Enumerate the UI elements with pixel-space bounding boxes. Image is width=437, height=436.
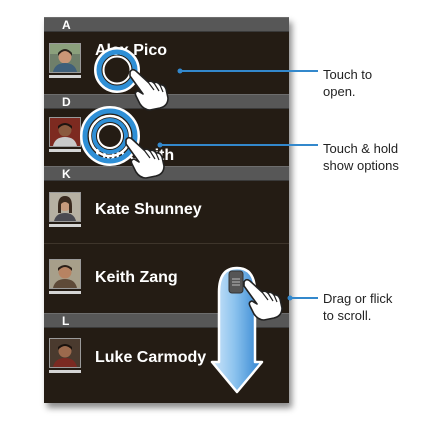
callout-line: show options (323, 158, 399, 173)
callout-line: to scroll. (323, 308, 372, 323)
leader-dot (157, 142, 163, 148)
callout-line: open. (323, 84, 356, 99)
touch-ring-icon (80, 106, 140, 166)
hand-pointer-icon (129, 68, 169, 111)
leader-dot (177, 68, 183, 74)
callout-open: Touch to open. (323, 66, 372, 100)
callout-line: Touch & hold (323, 141, 399, 156)
leader-dot (287, 295, 293, 301)
callout-scroll: Drag or flick to scroll. (323, 290, 392, 324)
callout-options: Touch & hold show options (323, 140, 399, 174)
scroll-thumb-icon[interactable] (228, 270, 244, 294)
callout-line: Touch to (323, 67, 373, 82)
callout-line: Drag or flick (323, 291, 393, 306)
